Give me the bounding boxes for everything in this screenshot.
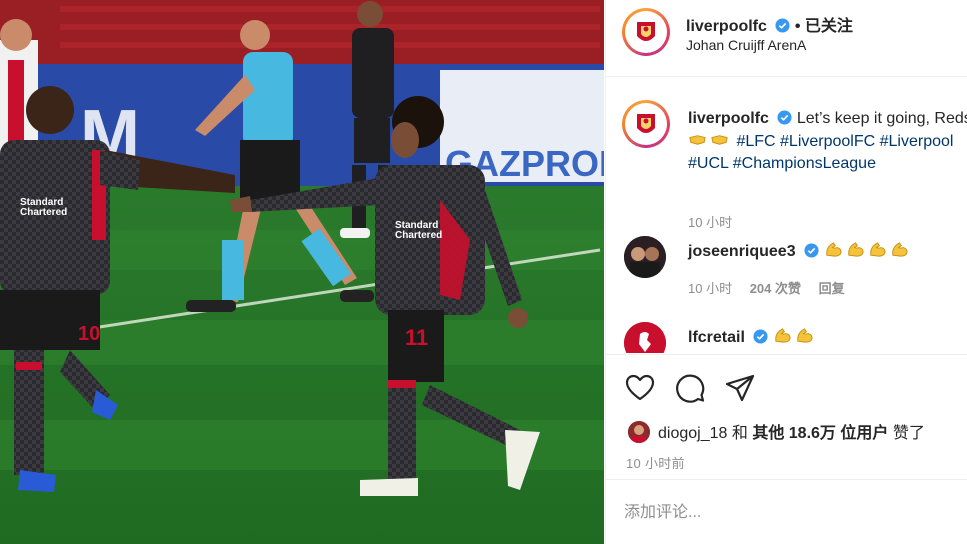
add-comment-input[interactable] xyxy=(624,499,944,527)
post-photo[interactable]: GAZPROM M xyxy=(0,0,604,544)
add-comment-bar xyxy=(606,481,967,544)
verified-badge-icon xyxy=(753,329,768,344)
follow-status[interactable]: • 已关注 xyxy=(795,18,853,35)
caption-avatar[interactable] xyxy=(622,100,670,148)
comments-list[interactable]: liverpoolfc Let’s keep it going, Reds! #… xyxy=(606,78,967,353)
likes-summary[interactable]: diogoj_18 和 其他 18.6万 位用户 赞了 xyxy=(628,419,925,443)
post-header: liverpoolfc • 已关注 Johan Cruijff ArenA xyxy=(606,0,967,77)
comment-time: 10 小时 xyxy=(688,281,733,296)
liker-username[interactable]: diogoj_18 xyxy=(658,425,727,442)
post-timeago[interactable]: 10 小时前 xyxy=(626,453,685,472)
post-actions: diogoj_18 和 其他 18.6万 位用户 赞了 10 小时前 xyxy=(606,354,967,480)
header-username[interactable]: liverpoolfc xyxy=(686,18,767,35)
handshake-left-emoji-icon xyxy=(689,135,706,145)
location-link[interactable]: Johan Cruijff ArenA xyxy=(686,37,806,53)
verified-badge-icon xyxy=(804,243,819,258)
commenter-avatar[interactable] xyxy=(624,236,666,278)
flexed-biceps-icon xyxy=(775,328,791,343)
flexed-biceps-icon xyxy=(825,242,842,257)
comment-likes[interactable]: 204 次赞 xyxy=(750,281,801,296)
svg-text:11: 11 xyxy=(405,325,428,350)
lfc-crest-icon xyxy=(628,106,664,142)
reply-button[interactable]: 回复 xyxy=(819,281,845,296)
svg-text:Chartered: Chartered xyxy=(20,207,67,218)
flexed-biceps-icon xyxy=(797,328,813,343)
commenter-username[interactable]: joseenriquee3 xyxy=(688,243,796,260)
lfc-liverbird-icon xyxy=(624,322,666,353)
caption-username[interactable]: liverpoolfc xyxy=(688,110,769,127)
send-icon[interactable] xyxy=(724,372,756,404)
post-side-panel: liverpoolfc • 已关注 Johan Cruijff ArenA li… xyxy=(605,0,967,544)
verified-badge-icon xyxy=(775,18,790,33)
comment-icon[interactable] xyxy=(674,372,706,404)
svg-text:Chartered: Chartered xyxy=(395,230,442,241)
flexed-biceps-icon xyxy=(891,242,908,257)
lfc-crest-icon xyxy=(628,14,664,50)
heart-icon[interactable] xyxy=(624,372,656,404)
user-photo-icon xyxy=(628,421,650,443)
commenter-username[interactable]: lfcretail xyxy=(688,329,745,346)
likes-suffix: 赞了 xyxy=(892,425,925,442)
likes-and: 和 xyxy=(731,425,748,442)
commenter-avatar[interactable] xyxy=(624,322,666,353)
flexed-biceps-icon xyxy=(847,242,864,257)
user-photo-icon xyxy=(624,236,666,278)
svg-text:10: 10 xyxy=(78,323,100,345)
handshake-right-emoji-icon xyxy=(711,135,728,145)
verified-badge-icon xyxy=(777,110,792,125)
caption-text: Let’s keep it going, Reds! xyxy=(796,110,967,127)
liker-avatar[interactable] xyxy=(628,421,650,443)
caption-time: 10 小时 xyxy=(688,215,733,230)
avatar[interactable] xyxy=(622,8,670,56)
flexed-biceps-icon xyxy=(869,242,886,257)
likes-others[interactable]: 其他 18.6万 位用户 xyxy=(752,425,888,442)
comment-emojis xyxy=(824,242,912,260)
comment-emojis xyxy=(773,328,817,346)
